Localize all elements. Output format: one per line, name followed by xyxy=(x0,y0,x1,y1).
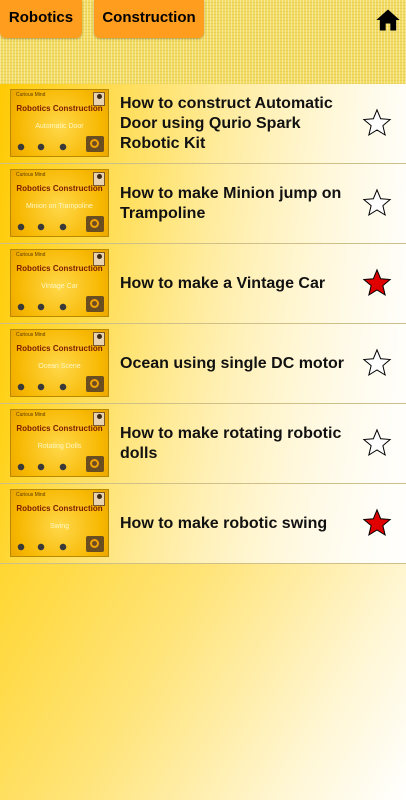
item-title: How to make rotating robotic dolls xyxy=(120,424,342,462)
item-title: How to construct Automatic Door using Qu… xyxy=(120,94,333,152)
toys-image xyxy=(15,379,75,391)
toys-image xyxy=(15,459,75,471)
thumbnail: Curious Mind Robotics Construction Swing xyxy=(10,489,109,557)
logo-icon xyxy=(86,136,104,152)
star-icon[interactable] xyxy=(362,268,392,298)
item-title: How to make robotic swing xyxy=(120,514,328,532)
home-button[interactable] xyxy=(374,6,402,34)
home-icon xyxy=(376,9,400,31)
star-icon[interactable] xyxy=(362,188,392,218)
thumbnail: Curious Mind Robotics Construction Autom… xyxy=(10,89,109,157)
star-icon[interactable] xyxy=(362,108,392,138)
list-item[interactable]: Curious Mind Robotics Construction Swing… xyxy=(0,484,406,564)
item-title: How to make a Vintage Car xyxy=(120,274,326,292)
list-item[interactable]: Curious Mind Robotics Construction Minio… xyxy=(0,164,406,244)
video-list: Curious Mind Robotics Construction Autom… xyxy=(0,84,406,564)
toys-image xyxy=(15,139,75,151)
toys-image xyxy=(15,299,75,311)
list-item[interactable]: Curious Mind Robotics Construction Autom… xyxy=(0,84,406,164)
thumbnail: Curious Mind Robotics Construction Rotat… xyxy=(10,409,109,477)
list-item[interactable]: Curious Mind Robotics Construction Ocean… xyxy=(0,324,406,404)
logo-icon xyxy=(86,376,104,392)
thumbnail: Curious Mind Robotics Construction Vinta… xyxy=(10,249,109,317)
star-icon[interactable] xyxy=(362,428,392,458)
top-bar: Robotics Construction xyxy=(0,0,406,84)
thumbnail: Curious Mind Robotics Construction Minio… xyxy=(10,169,109,237)
logo-icon xyxy=(86,216,104,232)
logo-icon xyxy=(86,296,104,312)
star-icon[interactable] xyxy=(362,508,392,538)
logo-icon xyxy=(86,456,104,472)
tab-construction[interactable]: Construction xyxy=(94,0,204,38)
item-title: How to make Minion jump on Trampoline xyxy=(120,184,342,222)
logo-icon xyxy=(86,536,104,552)
toys-image xyxy=(15,539,75,551)
star-icon[interactable] xyxy=(362,348,392,378)
toys-image xyxy=(15,219,75,231)
item-title: Ocean using single DC motor xyxy=(120,354,345,372)
thumbnail: Curious Mind Robotics Construction Ocean… xyxy=(10,329,109,397)
tab-robotics[interactable]: Robotics xyxy=(0,0,82,38)
list-item[interactable]: Curious Mind Robotics Construction Vinta… xyxy=(0,244,406,324)
list-item[interactable]: Curious Mind Robotics Construction Rotat… xyxy=(0,404,406,484)
